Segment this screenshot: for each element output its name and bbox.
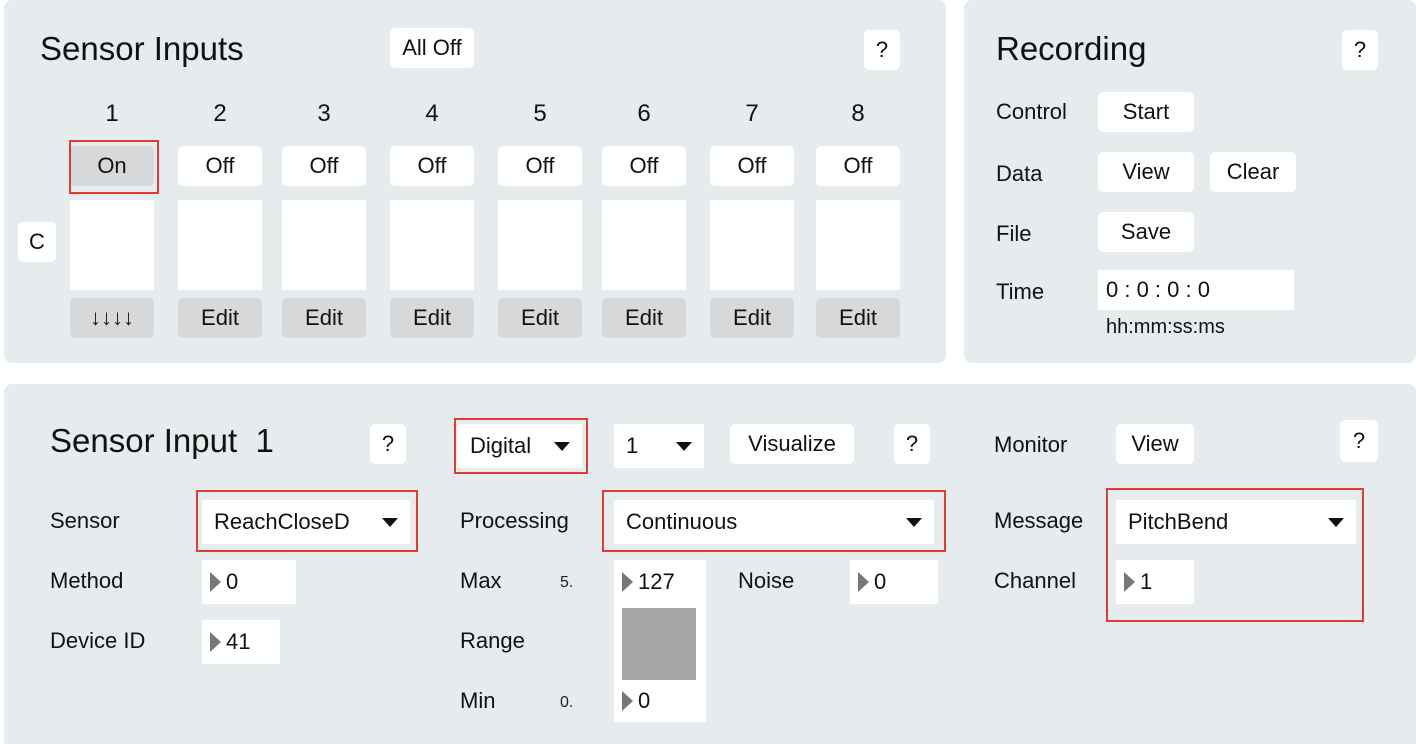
detail-title-index: 1 — [255, 422, 274, 459]
channel-1-highlight — [69, 140, 159, 194]
monitor-view-button[interactable]: View — [1116, 424, 1194, 464]
channel-8-toggle-button[interactable]: Off — [816, 146, 900, 186]
channel-4-toggle-button[interactable]: Off — [390, 146, 474, 186]
method-number-box[interactable]: 0 — [202, 560, 296, 604]
min-value: 0 — [638, 688, 651, 713]
chevron-down-icon — [676, 442, 692, 451]
noise-number-box[interactable]: 0 — [850, 560, 938, 604]
play-triangle-icon — [858, 572, 869, 592]
sensor-input-detail-title: Sensor Input 1 — [50, 422, 274, 460]
channel-number: 7 — [745, 100, 759, 127]
channel-7-display — [710, 200, 794, 290]
recording-title: Recording — [996, 30, 1147, 67]
message-channel-highlight — [1106, 488, 1364, 622]
channel-number: 2 — [213, 100, 227, 127]
play-triangle-icon — [210, 572, 221, 592]
channel-6-display — [602, 200, 686, 290]
visualize-help-button[interactable]: ? — [894, 424, 930, 464]
channel-3-display — [282, 200, 366, 290]
mode-channel-dropdown[interactable]: 1 — [614, 424, 704, 468]
time-format-label: hh:mm:ss:ms — [1106, 316, 1225, 338]
row-label-c: C — [18, 222, 56, 262]
channel-4-display — [390, 200, 474, 290]
data-label: Data — [996, 161, 1043, 186]
channel-3-toggle-button[interactable]: Off — [282, 146, 366, 186]
channel-number: 1 — [105, 100, 119, 127]
channel-5-edit-button[interactable]: Edit — [498, 298, 582, 338]
mode-channel-value: 1 — [626, 433, 639, 458]
channel-2-display — [178, 200, 262, 290]
device-id-number-box[interactable]: 41 — [202, 620, 280, 664]
processing-highlight — [602, 490, 946, 552]
channel-7-edit-button[interactable]: Edit — [710, 298, 794, 338]
min-label: Min — [460, 688, 496, 713]
sensor-inputs-title: Sensor Inputs — [40, 30, 244, 67]
noise-label: Noise — [738, 568, 795, 593]
channel-number: 4 — [425, 100, 439, 127]
start-button[interactable]: Start — [1098, 92, 1194, 132]
channel-number: 5 — [533, 100, 547, 127]
processing-label: Processing — [460, 508, 569, 533]
channel-2-toggle-button[interactable]: Off — [178, 146, 262, 186]
data-clear-button[interactable]: Clear — [1210, 152, 1296, 192]
detail-title-text: Sensor Input — [50, 422, 238, 459]
channel-number: 8 — [851, 100, 865, 127]
range-slider[interactable] — [614, 604, 706, 682]
mode-highlight — [454, 418, 588, 474]
channel-7-toggle-button[interactable]: Off — [710, 146, 794, 186]
noise-value: 0 — [874, 569, 887, 594]
channel-8-display — [816, 200, 900, 290]
method-label: Method — [50, 568, 124, 593]
channel-1-action-button[interactable]: ↓↓↓↓ — [70, 298, 154, 338]
max-label: Max — [460, 568, 502, 593]
max-value: 127 — [638, 569, 675, 594]
channel-5-display — [498, 200, 582, 290]
device-id-value: 41 — [226, 629, 251, 654]
max-hint: 5. — [560, 574, 574, 591]
channel-5-toggle-button[interactable]: Off — [498, 146, 582, 186]
play-triangle-icon — [622, 572, 633, 592]
range-slider-fill — [622, 608, 696, 680]
channel-2-edit-button[interactable]: Edit — [178, 298, 262, 338]
save-button[interactable]: Save — [1098, 212, 1194, 252]
channel-number: 6 — [637, 100, 651, 127]
time-display: 0 : 0 : 0 : 0 — [1098, 270, 1294, 310]
channel-3-edit-button[interactable]: Edit — [282, 298, 366, 338]
recording-help-button[interactable]: ? — [1342, 30, 1378, 70]
all-off-button[interactable]: All Off — [390, 28, 474, 68]
channel-1-display — [70, 200, 154, 290]
data-view-button[interactable]: View — [1098, 152, 1194, 192]
sensor-inputs-help-button[interactable]: ? — [864, 30, 900, 70]
min-number-box[interactable]: 0 — [614, 680, 706, 722]
channel-6-edit-button[interactable]: Edit — [602, 298, 686, 338]
channel-6-toggle-button[interactable]: Off — [602, 146, 686, 186]
time-label: Time — [996, 279, 1045, 304]
channel-8-edit-button[interactable]: Edit — [816, 298, 900, 338]
visualize-button[interactable]: Visualize — [730, 424, 854, 464]
control-label: Control — [996, 99, 1067, 124]
monitor-help-button[interactable]: ? — [1340, 420, 1378, 462]
file-label: File — [996, 221, 1032, 246]
monitor-label: Monitor — [994, 432, 1068, 457]
sensor-highlight — [196, 490, 418, 552]
method-value: 0 — [226, 569, 239, 594]
min-hint: 0. — [560, 694, 574, 711]
channel-label: Channel — [994, 568, 1076, 593]
message-label: Message — [994, 508, 1084, 533]
range-label: Range — [460, 628, 525, 653]
max-number-box[interactable]: 127 — [614, 560, 706, 604]
play-triangle-icon — [622, 691, 633, 711]
detail-help-button[interactable]: ? — [370, 424, 406, 464]
device-id-label: Device ID — [50, 628, 146, 653]
play-triangle-icon — [210, 632, 221, 652]
channel-number: 3 — [317, 100, 331, 127]
sensor-label: Sensor — [50, 508, 120, 533]
channel-4-edit-button[interactable]: Edit — [390, 298, 474, 338]
